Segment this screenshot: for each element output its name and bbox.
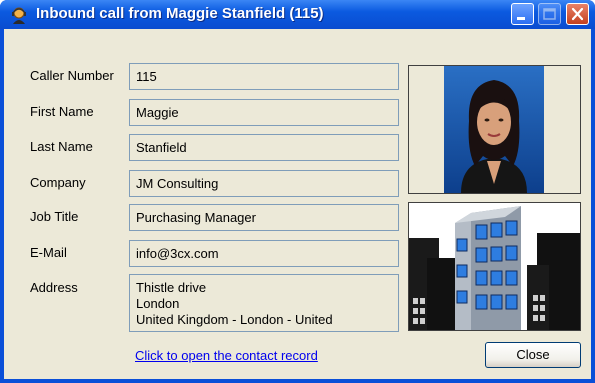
- maximize-button[interactable]: [538, 3, 561, 25]
- user-headset-icon: [12, 7, 26, 24]
- company-logo-frame: [408, 202, 581, 331]
- open-contact-record-link[interactable]: Click to open the contact record: [135, 348, 318, 363]
- address-label: Address: [30, 280, 78, 295]
- first-name-field[interactable]: Maggie: [129, 99, 399, 126]
- address-field[interactable]: Thistle drive London United Kingdom - Lo…: [129, 274, 399, 332]
- address-line-2: London: [136, 296, 180, 311]
- last-name-field[interactable]: Stanfield: [129, 134, 399, 161]
- last-name-label: Last Name: [30, 139, 93, 154]
- close-window-button[interactable]: [566, 3, 589, 25]
- caller-number-label: Caller Number: [30, 68, 114, 83]
- job-title-label: Job Title: [30, 209, 79, 224]
- office-building-icon: [409, 203, 580, 330]
- window-title: Inbound call from Maggie Stanfield (115): [36, 5, 324, 22]
- dialog-body: Caller Number 115 First Name Maggie Last…: [4, 29, 591, 379]
- minimize-icon: [517, 17, 525, 20]
- contact-photo-frame: [408, 65, 581, 194]
- maximize-icon: [543, 8, 556, 20]
- address-line-3: United Kingdom - London - United: [136, 312, 333, 327]
- first-name-label: First Name: [30, 104, 94, 119]
- minimize-button[interactable]: [511, 3, 534, 25]
- address-line-1: Thistle drive: [136, 280, 207, 295]
- title-bar[interactable]: Inbound call from Maggie Stanfield (115): [0, 0, 595, 29]
- email-label: E-Mail: [30, 245, 67, 260]
- contact-photo: [444, 66, 544, 193]
- job-title-field[interactable]: Purchasing Manager: [129, 204, 399, 231]
- contact-popup-window: Inbound call from Maggie Stanfield (115)…: [0, 0, 595, 383]
- company-label: Company: [30, 175, 86, 190]
- close-button[interactable]: Close: [485, 342, 581, 368]
- close-icon: [571, 7, 584, 21]
- caller-number-field[interactable]: 115: [129, 63, 399, 90]
- email-field[interactable]: info@3cx.com: [129, 240, 399, 267]
- company-field[interactable]: JM Consulting: [129, 170, 399, 197]
